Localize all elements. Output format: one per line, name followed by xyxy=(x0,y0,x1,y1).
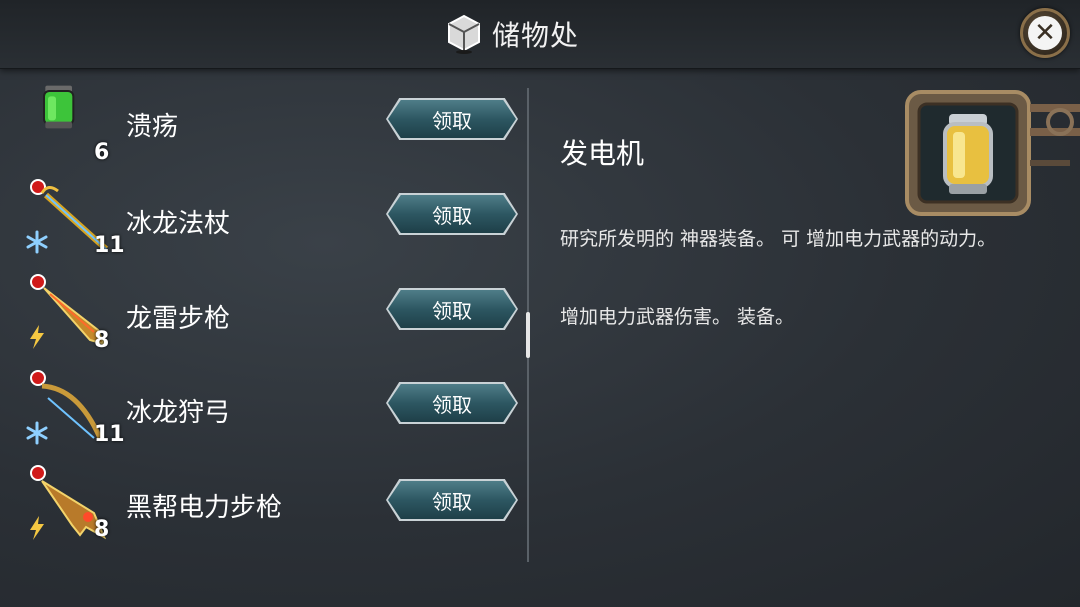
claim-button[interactable]: 领取 xyxy=(386,193,518,235)
item-list[interactable]: 溃疡 6 领取 冰龙法杖 11 领取 龙雷步枪 8 领取 冰龙狩弓 11 领取 … xyxy=(0,68,528,607)
close-button[interactable]: ✕ xyxy=(1020,8,1070,58)
pipes-decoration xyxy=(1030,104,1080,166)
item-name: 冰龙法杖 xyxy=(126,209,231,239)
item-count: 8 xyxy=(94,328,110,353)
snowflake-icon xyxy=(26,421,48,445)
lightning-icon xyxy=(30,325,44,349)
list-item: 溃疡 6 领取 xyxy=(0,68,528,165)
item-count: 11 xyxy=(94,422,125,447)
item-count: 6 xyxy=(94,140,110,165)
item-name: 冰龙狩弓 xyxy=(126,398,231,428)
detail-description: 研究所发明的 神器装备。 可 增加电力武器的动力。 xyxy=(560,228,997,250)
snowflake-icon xyxy=(26,230,48,254)
claim-button[interactable]: 领取 xyxy=(386,288,518,330)
item-name: 溃疡 xyxy=(126,112,179,142)
claim-button[interactable]: 领取 xyxy=(386,382,518,424)
green-canister-icon xyxy=(43,85,75,129)
item-count: 8 xyxy=(94,517,110,542)
claim-button[interactable]: 领取 xyxy=(386,479,518,521)
list-item: 龙雷步枪 8 领取 xyxy=(0,266,528,361)
close-icon: ✕ xyxy=(1028,16,1062,50)
top-bar: 储物处 ✕ xyxy=(0,0,1080,69)
item-count: 11 xyxy=(94,233,125,258)
detail-title: 发电机 xyxy=(560,137,645,170)
claim-button[interactable]: 领取 xyxy=(386,98,518,140)
page-title: 储物处 xyxy=(492,19,580,52)
item-name: 黑帮电力步枪 xyxy=(126,493,283,523)
item-name: 龙雷步枪 xyxy=(126,304,231,334)
title-group: 储物处 xyxy=(446,12,579,56)
list-item: 冰龙狩弓 11 领取 xyxy=(0,362,528,457)
generator-icon xyxy=(905,90,1031,216)
list-item: 黑帮电力步枪 8 领取 xyxy=(0,457,528,552)
lightning-icon xyxy=(30,516,44,540)
box-icon xyxy=(448,14,480,54)
detail-effect: 增加电力武器伤害。 装备。 xyxy=(560,306,795,328)
list-item: 冰龙法杖 11 领取 xyxy=(0,171,528,266)
scrollbar-thumb[interactable] xyxy=(526,312,530,358)
